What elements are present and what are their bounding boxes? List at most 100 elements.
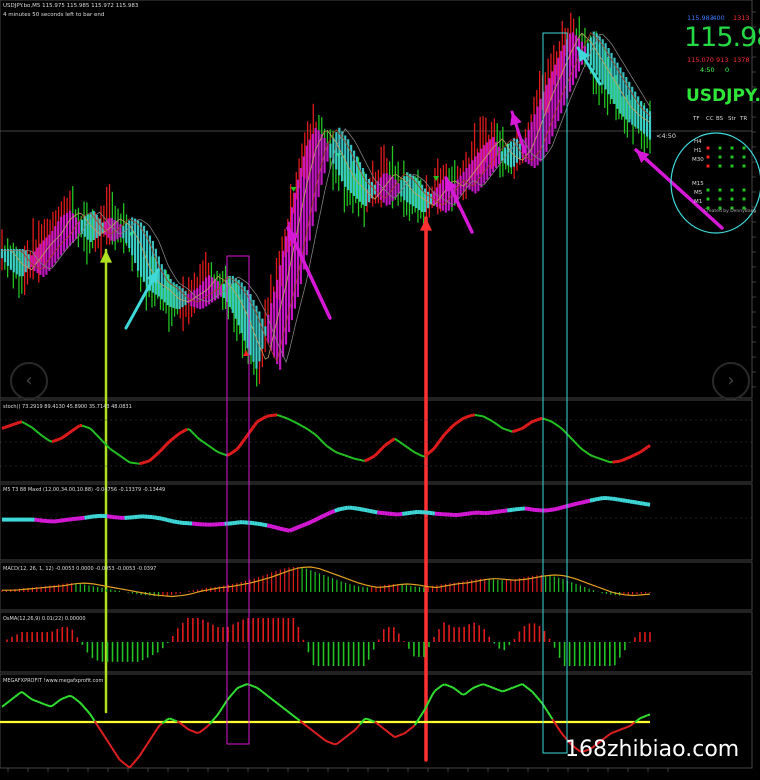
stoch-segment — [458, 417, 464, 422]
megaprofit-segment — [354, 726, 359, 731]
stoch-segment — [316, 435, 321, 440]
quote-timer: 4:50 — [700, 66, 715, 74]
stoch-segment — [584, 450, 589, 454]
ma-segment — [571, 502, 576, 507]
megaprofit-segment — [351, 729, 356, 733]
megaprofit-segment — [316, 733, 321, 737]
megaprofit-segment — [184, 725, 188, 730]
stoch-segment — [364, 458, 368, 463]
stoch-segment — [91, 429, 96, 434]
arrow-right-icon[interactable]: › — [712, 362, 750, 400]
megaprofit-segment — [59, 697, 63, 702]
megaprofit-segment — [546, 710, 551, 716]
ma-segment — [329, 510, 333, 515]
megaprofit-segment — [319, 735, 323, 739]
megaprofit-segment — [221, 703, 226, 709]
table-header-tf: TF — [693, 116, 700, 122]
stoch-segment — [146, 459, 151, 464]
stoch-segment — [526, 421, 531, 427]
stoch-segment — [539, 416, 543, 421]
ma-segment — [293, 525, 299, 531]
megaprofit-segment — [442, 683, 446, 687]
stoch-segment — [388, 439, 394, 444]
megaprofit-segment — [409, 726, 413, 731]
megaprofit-segment — [509, 686, 513, 690]
stoch-segment — [433, 443, 439, 449]
stoch-segment — [101, 439, 106, 444]
megaprofit-segment — [88, 712, 93, 718]
megaprofit-segment — [449, 685, 453, 689]
arrow-left-icon[interactable]: ‹ — [10, 362, 48, 400]
stoch-segment — [489, 419, 493, 423]
megaprofit-segment — [259, 688, 263, 693]
status-table-ring — [670, 132, 760, 234]
megaprofit-segment — [296, 717, 301, 722]
ma-segment — [161, 516, 166, 522]
stoch-segment — [329, 447, 333, 451]
stoch-segment — [401, 443, 406, 447]
stoch-segment — [263, 414, 268, 419]
stoch-segment — [141, 460, 146, 465]
megaprofit-segment — [507, 687, 511, 691]
stoch-segment — [163, 442, 169, 448]
megaprofit-segment — [256, 686, 261, 691]
stoch-segment — [6, 424, 10, 429]
megaprofit-segment — [226, 696, 231, 701]
stoch-segment — [221, 452, 225, 456]
stoch-segment — [371, 454, 376, 459]
panel-frame — [0, 483, 753, 561]
status-dot — [730, 146, 734, 150]
stoch-segment — [466, 414, 471, 419]
stoch-segment — [93, 432, 98, 437]
megaprofit-segment — [434, 688, 438, 692]
stoch-segment — [126, 459, 131, 464]
stoch-segment — [238, 441, 244, 447]
megaprofit-segment — [466, 689, 471, 694]
megaprofit-segment — [78, 701, 83, 706]
megaprofit-segment — [69, 694, 73, 698]
megaprofit-segment — [228, 693, 233, 698]
stoch-segment — [396, 439, 401, 443]
megaprofit-segment — [306, 725, 311, 730]
stoch-segment — [357, 458, 360, 461]
megaprofit-segment — [6, 700, 11, 704]
megaprofit-segment — [311, 729, 316, 734]
stoch-segment — [240, 438, 246, 444]
ma-segment — [321, 513, 326, 519]
megaprofit-segment — [379, 724, 383, 729]
megaprofit-segment — [251, 684, 256, 688]
stoch-segment — [574, 441, 579, 446]
stoch-segment — [84, 425, 88, 429]
stoch-segment — [431, 446, 436, 452]
stoch-segment — [336, 451, 341, 455]
stoch-segment — [54, 438, 58, 443]
ma-segment — [301, 522, 306, 528]
ma-segment — [326, 511, 331, 516]
annotation-arrows — [99, 46, 760, 762]
megaprofit-segment — [366, 718, 371, 721]
stoch-segment — [233, 447, 239, 453]
megaprofit-segment — [459, 691, 463, 696]
status-dot — [730, 197, 734, 201]
megaprofit-segment — [404, 730, 408, 734]
stoch-segment — [366, 457, 371, 462]
megaprofit-segment — [446, 684, 451, 688]
megaprofit-segment — [189, 729, 193, 732]
quote-low: 115.070 — [687, 56, 714, 64]
megaprofit-segment — [524, 685, 529, 689]
ma-segment — [304, 521, 308, 527]
megaprofit-segment — [171, 718, 175, 722]
megaprofit-segment — [502, 689, 506, 693]
stoch-segment — [428, 449, 434, 454]
ma-segment — [288, 527, 294, 533]
megaprofit-segment — [619, 727, 623, 731]
stoch-segment — [24, 422, 28, 426]
megaprofit-segment — [271, 698, 276, 703]
stoch-segment — [566, 433, 571, 438]
megaprofit-segment — [529, 689, 534, 693]
quote-zero: 0 — [725, 66, 730, 74]
megaprofit-segment — [64, 695, 68, 699]
megaprofit-segment — [103, 735, 108, 741]
stoch-segment — [494, 422, 498, 426]
stoch-segment — [253, 420, 259, 427]
